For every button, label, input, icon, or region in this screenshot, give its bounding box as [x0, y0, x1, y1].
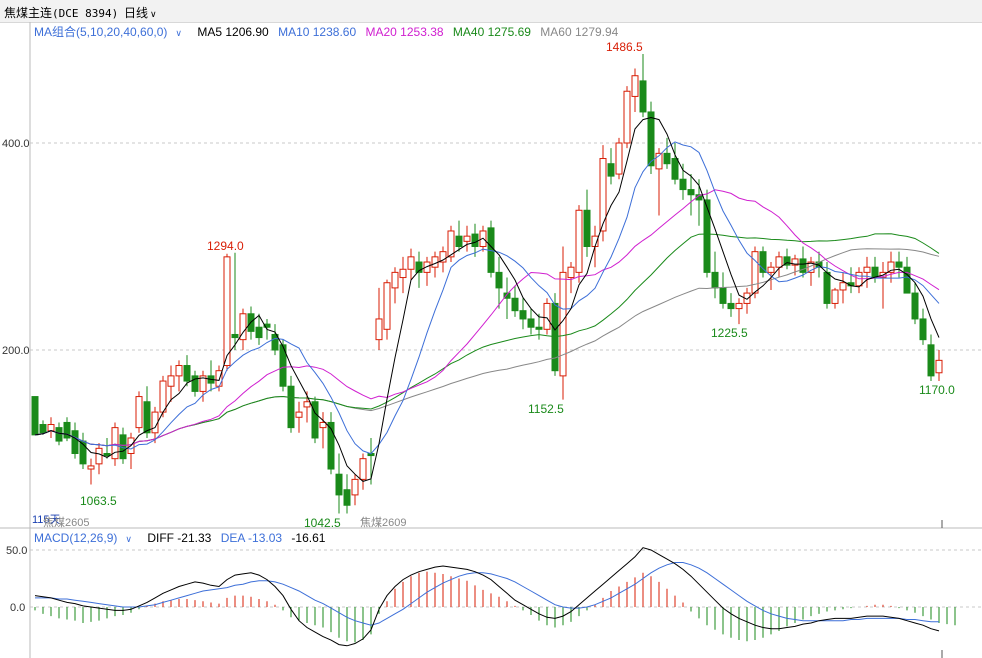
candle-down: [455, 235, 463, 247]
candle-down: [183, 365, 191, 382]
candle-up: [399, 268, 407, 279]
candle-down: [287, 385, 295, 429]
candle-up: [167, 375, 175, 387]
candle-down: [519, 310, 527, 320]
candle-up: [431, 256, 439, 268]
price-axis-label-1200: 200.0: [2, 345, 30, 357]
price-axis-label-1400: 400.0: [2, 138, 30, 150]
ma20-line: [34, 189, 940, 447]
candle-down: [255, 326, 263, 339]
candle-down: [495, 271, 503, 289]
candle-down: [671, 158, 679, 180]
candle-down: [231, 333, 239, 339]
candle-down: [679, 178, 687, 191]
candle-down: [911, 292, 919, 320]
candle-down: [143, 401, 151, 434]
candle-up: [159, 380, 167, 413]
candle-down: [103, 453, 111, 457]
candle-down: [663, 152, 671, 165]
candle-down: [727, 302, 735, 310]
macd-axis-label-0: 0.0: [10, 602, 25, 614]
candle-up: [87, 465, 95, 470]
candle-down: [191, 375, 199, 392]
candle-up: [623, 90, 631, 144]
high-annotation: 1486.5: [606, 40, 643, 54]
candle-down: [527, 318, 535, 328]
candle-down: [871, 266, 879, 279]
candle-down: [647, 111, 655, 167]
candle-up: [95, 447, 103, 465]
candle-down: [607, 163, 615, 177]
annotation-1294: 1294.0: [207, 239, 244, 253]
macd-lines: [34, 547, 940, 647]
kline-chart[interactable]: 400.0 200.0 50.0 0.0 115天 焦煤2605 焦煤2609 …: [0, 0, 982, 658]
candle-up: [383, 282, 391, 330]
candle-up: [359, 458, 367, 480]
ma60-line: [34, 248, 940, 447]
candle-up: [135, 396, 143, 429]
candle-down: [335, 473, 343, 496]
annotation-1063: 1063.5: [80, 494, 117, 508]
candle-up: [295, 411, 303, 418]
candle-up: [559, 271, 567, 377]
candle-down: [703, 199, 711, 273]
candle-down: [31, 396, 39, 436]
candle-up: [735, 302, 743, 310]
contract-label-right: 焦煤2609: [360, 516, 406, 529]
candle-up: [375, 318, 383, 341]
candle-up: [935, 359, 943, 374]
ma10-line: [34, 141, 940, 455]
candle-down: [511, 297, 519, 312]
macd-axis-label-50: 50.0: [6, 545, 27, 557]
candle-down: [711, 271, 719, 289]
candle-up: [839, 282, 847, 291]
candle-down: [639, 80, 647, 113]
candle-up: [631, 75, 639, 97]
diff-line: [34, 547, 940, 647]
candle-up: [391, 271, 399, 289]
candle-up: [751, 251, 759, 294]
candle-up: [463, 235, 471, 242]
candle-down: [919, 318, 927, 341]
annotation-1170: 1170.0: [919, 383, 955, 397]
annotation-1152: 1152.5: [528, 402, 564, 416]
candle-up: [407, 256, 415, 270]
candle-up: [47, 424, 55, 432]
candle-up: [567, 266, 575, 279]
candle-down: [583, 209, 591, 247]
candle-down: [895, 261, 903, 268]
candle-up: [175, 365, 183, 377]
candle-up: [767, 266, 775, 273]
contract-label-left: 焦煤2605: [43, 516, 89, 529]
candle-up: [575, 209, 583, 273]
candle-up: [351, 478, 359, 496]
candle-down: [343, 489, 351, 506]
annotation-1225: 1225.5: [711, 326, 748, 340]
annotation-1042: 1042.5: [304, 516, 341, 530]
candle-up: [615, 142, 623, 175]
candle-down: [71, 430, 79, 455]
candle-down: [719, 287, 727, 304]
candle-up: [543, 302, 551, 330]
candle-down: [39, 424, 47, 434]
candle-down: [535, 326, 543, 330]
ma5-line: [34, 116, 940, 482]
candle-down: [687, 189, 695, 196]
candle-down: [823, 271, 831, 304]
candle-up: [775, 256, 783, 268]
candle-down: [55, 427, 63, 442]
candle-up: [831, 289, 839, 304]
candle-up: [223, 256, 231, 367]
candle-down: [311, 401, 319, 439]
ma-lines: [34, 116, 940, 482]
candles: [31, 53, 943, 514]
candle-up: [863, 266, 871, 273]
candle-down: [471, 233, 479, 248]
candle-down: [903, 266, 911, 294]
candle-down: [927, 344, 935, 377]
candle-up: [303, 401, 311, 408]
